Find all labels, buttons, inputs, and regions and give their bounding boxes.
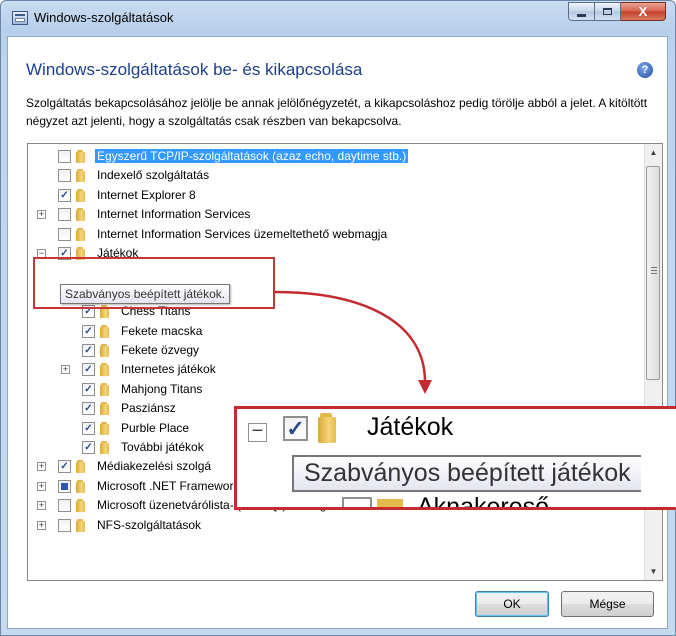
tree-item[interactable]: Egyszerű TCP/IP-szolgáltatások (azaz ech… (28, 147, 648, 166)
tree-item-checkbox[interactable] (58, 499, 71, 513)
zoom-collapse-icon: − (248, 421, 267, 442)
callout-arrow (274, 290, 432, 394)
tree-item-label: Internetes játékok (121, 362, 216, 377)
folder-icon (100, 363, 116, 377)
folder-icon (76, 499, 92, 513)
grip-icon (651, 267, 657, 274)
tree-item-label: Fekete özvegy (121, 343, 200, 357)
close-button[interactable]: X (621, 2, 666, 21)
tree-item-label: További játékok (121, 440, 204, 454)
folder-icon (100, 421, 116, 435)
tree-item-label: Mahjong Titans (121, 381, 203, 396)
expand-icon[interactable]: + (61, 365, 70, 375)
tree-item-checkbox[interactable]: ✓ (58, 188, 71, 202)
tree-item-checkbox[interactable] (58, 518, 71, 532)
zoom-folder-icon (318, 413, 348, 443)
folder-icon (76, 479, 92, 493)
expand-icon[interactable]: + (37, 520, 46, 530)
folder-icon (76, 518, 92, 532)
tree-item-checkbox[interactable] (58, 208, 71, 222)
zoom-checkbox: ✓ (283, 416, 308, 441)
folder-icon (76, 188, 92, 202)
tree-item-checkbox[interactable]: ✓ (82, 344, 95, 357)
zoom-partial-checkbox (342, 497, 372, 507)
tooltip: Szabványos beépített játékok. (60, 284, 231, 304)
folder-icon (76, 169, 92, 183)
cancel-button[interactable]: Mégse (561, 591, 654, 617)
scroll-thumb[interactable] (646, 166, 660, 380)
zoom-label: Játékok (367, 413, 454, 441)
title-bar[interactable]: Windows-szolgáltatások X (1, 1, 675, 35)
tree-item-checkbox[interactable]: ✓ (82, 324, 95, 338)
tree-item-label: Indexelő szolgáltatás (97, 168, 210, 183)
folder-icon (100, 324, 116, 338)
tree-item-checkbox[interactable]: ✓ (58, 460, 71, 474)
maximize-icon (603, 8, 612, 15)
page-title: Windows-szolgáltatások be- és kikapcsolá… (26, 60, 363, 79)
tree-item-checkbox[interactable] (58, 479, 71, 493)
tree-item[interactable]: Indexelő szolgáltatás (28, 166, 648, 185)
folder-icon (100, 344, 116, 357)
tree-item-label: Fekete macska (121, 323, 203, 338)
tree-item-label: Internet Information Services (97, 207, 251, 222)
window-title: Windows-szolgáltatások (34, 10, 174, 25)
ok-button[interactable]: OK (475, 591, 549, 617)
tree-item[interactable]: + NFS-szolgáltatások (28, 516, 648, 535)
tree-item-label: Egyszerű TCP/IP-szolgáltatások (azaz ech… (95, 149, 409, 163)
tree-item-checkbox[interactable] (58, 150, 71, 163)
tree-item-label: Internet Information Services üzemelteth… (97, 226, 388, 241)
window-icon (12, 11, 28, 25)
tree-item-label: Médiakezelési szolgá (97, 459, 212, 474)
tree-item-checkbox[interactable]: ✓ (82, 421, 95, 435)
zoom-partial-label: Aknakereső (417, 493, 550, 510)
description-text: Szolgáltatás bekapcsolásához jelölje be … (26, 96, 648, 128)
vertical-scrollbar[interactable]: ▲ ▼ (644, 144, 662, 580)
minimize-icon (577, 13, 586, 17)
folder-icon (100, 382, 116, 396)
scroll-down-icon[interactable]: ▼ (646, 563, 661, 580)
tree-item-checkbox[interactable]: ✓ (82, 382, 95, 396)
tree-item[interactable]: Internet Information Services üzemelteth… (28, 225, 648, 244)
close-icon: X (638, 4, 648, 19)
zoom-tooltip: Szabványos beépített játékok (292, 455, 641, 492)
caption-buttons: X (568, 2, 666, 23)
tree-item-checkbox[interactable]: ✓ (82, 402, 95, 416)
folder-icon (76, 208, 92, 222)
folder-icon (76, 227, 92, 241)
folder-icon (76, 460, 92, 474)
expand-icon[interactable]: + (37, 481, 46, 491)
tree-item-label: Internet Explorer 8 (97, 187, 196, 202)
scroll-up-icon[interactable]: ▲ (646, 144, 661, 161)
minimize-button[interactable] (568, 2, 595, 21)
tree-item-checkbox[interactable]: ✓ (82, 363, 95, 377)
maximize-button[interactable] (595, 2, 621, 21)
folder-icon (76, 150, 92, 163)
zoom-callout: − ✓ Játékok Szabványos beépített játékok… (234, 406, 676, 510)
help-icon[interactable]: ? (637, 62, 653, 78)
tree-item-checkbox[interactable] (58, 169, 71, 183)
tree-item-label: Pasziánsz (121, 401, 176, 416)
tree-item-checkbox[interactable] (58, 227, 71, 241)
tree-item-label: Purble Place (121, 420, 190, 435)
tree-item[interactable]: ✓ Internet Explorer 8 (28, 186, 648, 205)
tree-item[interactable]: + Internet Information Services (28, 205, 648, 224)
expand-icon[interactable]: + (37, 501, 46, 511)
tree-item-checkbox[interactable]: ✓ (82, 441, 95, 454)
folder-icon (100, 441, 116, 454)
expand-icon[interactable]: + (37, 210, 46, 220)
zoom-partial-folder-icon (377, 499, 403, 507)
folder-icon (100, 402, 116, 416)
tree-item-label: NFS-szolgáltatások (97, 517, 202, 532)
expand-icon[interactable]: + (37, 462, 46, 472)
